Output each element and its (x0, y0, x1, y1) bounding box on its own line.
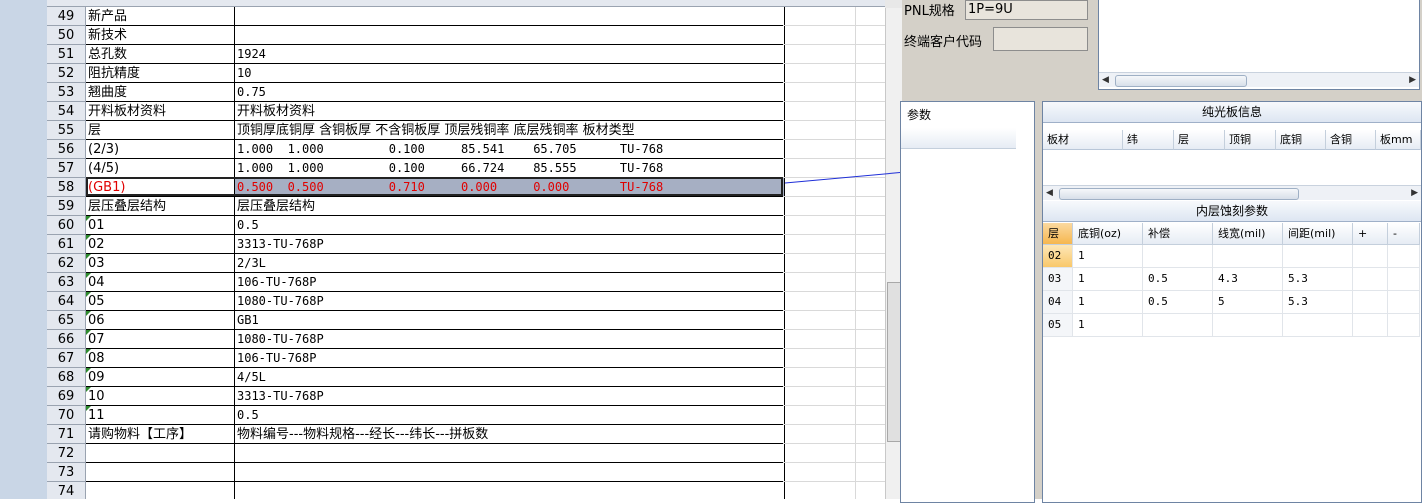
inner-etch-cell-base[interactable]: 1 (1073, 268, 1143, 291)
bare-board-column-header[interactable]: 板mm (1376, 130, 1421, 150)
inner-etch-cell-width[interactable]: 5 (1213, 291, 1283, 314)
top-grid-hscroll[interactable]: ◀ ▶ (1099, 72, 1419, 87)
bare-board-title: 纯光板信息 (1043, 102, 1421, 123)
inner-etch-cell-empty[interactable] (1353, 291, 1388, 314)
inner-etch-column-header[interactable]: + (1353, 223, 1388, 245)
inner-etch-column-header[interactable]: 线宽(mil) (1213, 223, 1283, 245)
inner-etch-column-header[interactable]: 补偿 (1143, 223, 1213, 245)
bare-board-hscroll[interactable]: ◀ ▶ (1043, 185, 1421, 200)
inner-etch-cell-spacing[interactable]: 5.3 (1283, 291, 1353, 314)
inner-etch-cell-empty[interactable] (1388, 314, 1420, 337)
params-grid-header (901, 128, 1016, 149)
bare-board-column-header[interactable]: 底铜 (1276, 130, 1326, 150)
inner-etch-cell-width[interactable] (1213, 314, 1283, 337)
scroll-thumb[interactable] (1115, 75, 1247, 87)
bare-board-column-header[interactable]: 纬 (1123, 130, 1174, 150)
pnl-field[interactable]: 1P=9U (965, 0, 1088, 20)
bare-board-column-header[interactable]: 含铜 (1326, 130, 1376, 150)
inner-etch-cell-empty[interactable] (1388, 245, 1420, 268)
inner-etch-cell-width[interactable]: 4.3 (1213, 268, 1283, 291)
inner-etch-cell-empty[interactable] (1353, 268, 1388, 291)
inner-etch-cell-base[interactable]: 1 (1073, 245, 1143, 268)
inner-etch-cell-width[interactable] (1213, 245, 1283, 268)
bare-board-column-header[interactable]: 层 (1174, 130, 1225, 150)
inner-etch-cell-spacing[interactable]: 5.3 (1283, 268, 1353, 291)
inner-etch-cell-layer[interactable]: 05 (1043, 314, 1073, 337)
inner-etch-column-header[interactable]: - (1388, 223, 1420, 245)
scroll-left-icon[interactable]: ◀ (1046, 188, 1053, 198)
terminal-customer-label: 终端客户代码 (904, 35, 983, 50)
scroll-left-icon[interactable]: ◀ (1102, 75, 1109, 85)
inner-etch-column-header[interactable]: 底铜(oz) (1073, 223, 1143, 245)
params-panel: 参数 (900, 101, 1035, 503)
inner-etch-cell-comp[interactable]: 0.5 (1143, 291, 1213, 314)
inner-etch-cell-layer[interactable]: 03 (1043, 268, 1073, 291)
inner-etch-cell-base[interactable]: 1 (1073, 314, 1143, 337)
inner-etch-cell-comp[interactable]: 0.5 (1143, 268, 1213, 291)
bare-board-column-header[interactable]: 板材 (1043, 130, 1123, 150)
terminal-customer-field[interactable] (993, 27, 1088, 51)
detail-form: PNL规格 1P=9U 终端客户代码 ◀ ▶ 参数 纯光板信息 板材纬层顶铜 底铜… (900, 0, 1422, 503)
inner-etch-cell-comp[interactable] (1143, 314, 1213, 337)
scroll-thumb[interactable] (1059, 188, 1299, 200)
scroll-right-icon[interactable]: ▶ (1409, 75, 1416, 85)
inner-etch-cell-empty[interactable] (1353, 314, 1388, 337)
bare-board-column-header[interactable]: 顶铜 (1225, 130, 1276, 150)
inner-etch-column-header[interactable]: 层 (1043, 223, 1073, 245)
pnl-label: PNL规格 (904, 4, 955, 19)
inner-etch-title: 内层蚀刻参数 (1043, 201, 1421, 222)
inner-etch-cell-spacing[interactable] (1283, 245, 1353, 268)
params-title: 参数 (907, 108, 932, 122)
inner-etch-cell-comp[interactable] (1143, 245, 1213, 268)
scroll-right-icon[interactable]: ▶ (1411, 188, 1418, 198)
inner-etch-cell-base[interactable]: 1 (1073, 291, 1143, 314)
inner-etch-cell-empty[interactable] (1353, 245, 1388, 268)
bare-board-panel: 纯光板信息 板材纬层顶铜 底铜 含铜 板mm ◀ ▶ 内层蚀刻参数 层底铜(oz) 补偿… (1042, 101, 1422, 503)
top-grid-panel[interactable]: ◀ ▶ (1098, 0, 1420, 90)
inner-etch-cell-layer[interactable]: 02 (1043, 245, 1073, 268)
inner-etch-cell-empty[interactable] (1388, 268, 1420, 291)
inner-etch-cell-layer[interactable]: 04 (1043, 291, 1073, 314)
inner-etch-cell-empty[interactable] (1388, 291, 1420, 314)
inner-etch-cell-spacing[interactable] (1283, 314, 1353, 337)
inner-etch-column-header[interactable]: 间距(mil) (1283, 223, 1353, 245)
